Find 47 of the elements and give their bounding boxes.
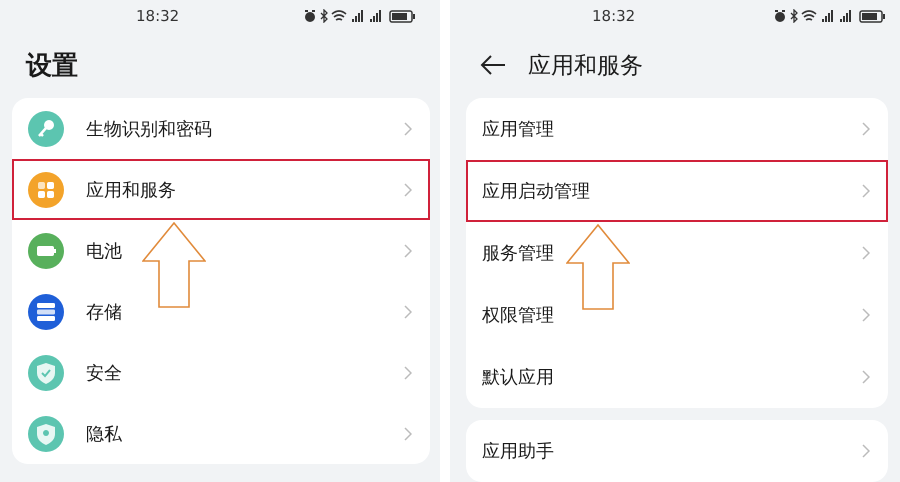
settings-row[interactable]: 存储 <box>12 281 430 342</box>
settings-row[interactable]: 默认应用 <box>466 346 888 408</box>
chevron-right-icon <box>404 122 412 136</box>
settings-row[interactable]: 应用管理 <box>466 98 888 160</box>
chevron-right-icon <box>862 444 870 458</box>
status-time: 18:32 <box>136 7 180 25</box>
settings-row[interactable]: 应用启动管理 <box>466 160 888 222</box>
row-label: 默认应用 <box>482 366 555 389</box>
row-label: 服务管理 <box>482 242 555 265</box>
chevron-right-icon <box>404 426 412 440</box>
chevron-right-icon <box>404 182 412 196</box>
row-label: 安全 <box>86 362 123 384</box>
settings-row[interactable]: 安全 <box>12 342 430 403</box>
row-label: 应用和服务 <box>86 178 177 202</box>
settings-row[interactable]: 服务管理 <box>466 222 888 284</box>
chevron-right-icon <box>862 370 870 384</box>
back-arrow-icon[interactable] <box>480 55 506 75</box>
status-time: 18:32 <box>592 7 636 25</box>
row-label: 隐私 <box>86 422 123 446</box>
settings-row[interactable]: 电池 <box>12 220 430 281</box>
settings-icon <box>28 416 64 452</box>
row-label: 电池 <box>86 240 123 262</box>
chevron-right-icon <box>862 184 870 198</box>
chevron-right-icon <box>404 244 412 258</box>
page-title: 应用和服务 <box>528 52 643 80</box>
page-title: 设置 <box>26 50 78 82</box>
settings-icon <box>28 294 64 330</box>
settings-row[interactable]: 隐私 <box>12 403 430 464</box>
chevron-right-icon <box>404 304 412 318</box>
row-label: 应用助手 <box>482 440 555 463</box>
settings-row[interactable]: 生物识别和密码 <box>12 98 430 159</box>
row-label: 生物识别和密码 <box>86 118 213 140</box>
row-label: 存储 <box>86 300 123 324</box>
row-label: 应用启动管理 <box>482 180 591 203</box>
row-label: 权限管理 <box>482 304 555 327</box>
chevron-right-icon <box>862 122 870 136</box>
settings-icon <box>28 172 64 208</box>
settings-icon <box>28 354 64 390</box>
row-label: 应用管理 <box>482 118 555 141</box>
settings-row[interactable]: 应用和服务 <box>12 159 430 220</box>
chevron-right-icon <box>862 246 870 260</box>
settings-icon <box>28 232 64 268</box>
settings-row[interactable]: 应用助手 <box>466 420 888 482</box>
settings-row[interactable]: 权限管理 <box>466 284 888 346</box>
chevron-right-icon <box>862 308 870 322</box>
settings-icon <box>28 110 64 146</box>
chevron-right-icon <box>404 366 412 380</box>
